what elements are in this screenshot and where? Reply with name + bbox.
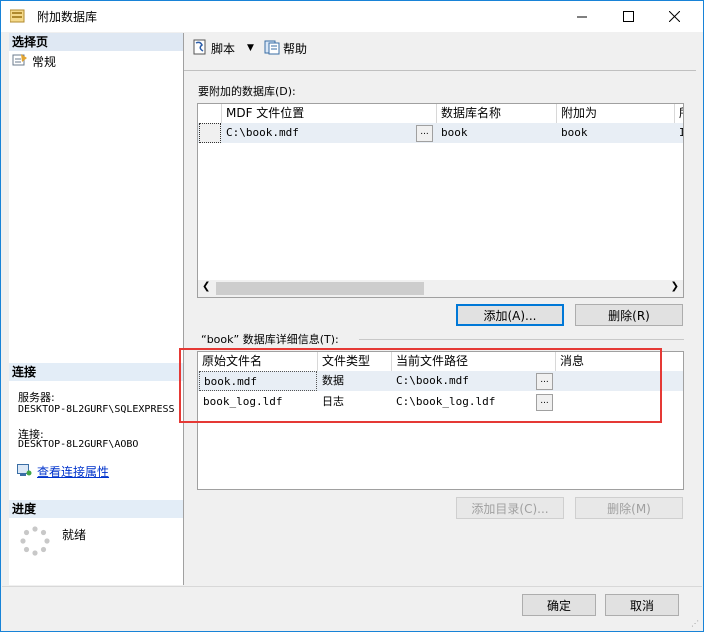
scroll-right-icon[interactable]: ❯ [671, 281, 679, 292]
original-file-name-cell[interactable]: book.mdf [199, 371, 317, 391]
file-type-cell[interactable]: 数据 [318, 371, 390, 391]
page-general-label: 常规 [32, 55, 57, 69]
col-message[interactable]: 消息 [556, 352, 683, 371]
maximize-button[interactable] [605, 1, 651, 32]
row-header-corner [198, 104, 222, 123]
table-row[interactable]: book_log.ldf 日志 C:\book_log.ldf ... [198, 392, 683, 412]
title-bar: 附加数据库 [1, 1, 703, 32]
details-label: “book” 数据库详细信息(T): [201, 333, 339, 346]
progress-status: 就绪 [62, 528, 87, 542]
col-owner[interactable]: 所 [675, 104, 683, 123]
browse-path-button[interactable]: ... [536, 373, 553, 390]
scroll-thumb[interactable] [216, 282, 424, 295]
progress-header: 进度 [9, 500, 183, 518]
ok-button[interactable]: 确定 [522, 594, 596, 616]
connection-header: 连接 [9, 363, 183, 381]
progress-row: 就绪 [20, 526, 86, 559]
server-value: DESKTOP-8L2GURF\SQLEXPRESS [18, 404, 175, 415]
minimize-button[interactable] [559, 1, 605, 32]
add-database-button[interactable]: 添加(A)... [456, 304, 564, 326]
attach-as-cell[interactable]: book [557, 123, 673, 143]
original-file-name-cell[interactable]: book_log.ldf [199, 392, 317, 412]
help-button[interactable]: 帮助 [264, 39, 307, 58]
server-label: 服务器: [18, 391, 55, 404]
details-separator [359, 339, 684, 340]
script-icon [192, 39, 208, 58]
database-name-cell[interactable]: book [437, 123, 555, 143]
database-icon [9, 9, 26, 23]
details-grid[interactable]: 原始文件名 文件类型 当前文件路径 消息 book.mdf 数据 C:\book… [197, 351, 684, 490]
current-file-path-cell[interactable]: C:\book_log.ldf [392, 392, 532, 412]
left-pane: 选择页 常规 连接 服务器: DESKTOP-8L2GURF\SQLEXPRES… [9, 33, 184, 585]
message-cell [556, 371, 683, 391]
resize-grip-icon[interactable]: ⋰ [691, 619, 699, 628]
close-button[interactable] [651, 1, 697, 32]
browse-mdf-button[interactable]: ... [416, 125, 433, 142]
attach-databases-grid[interactable]: MDF 文件位置 数据库名称 附加为 所 C:\book.mdf ... boo… [197, 103, 684, 298]
help-label: 帮助 [282, 41, 307, 56]
dialog-footer [2, 586, 702, 631]
page-icon [12, 53, 28, 70]
spinner-icon [20, 526, 50, 559]
browse-path-button[interactable]: ... [536, 394, 553, 411]
scroll-left-icon[interactable]: ❮ [202, 281, 210, 292]
select-page-header: 选择页 [9, 33, 183, 51]
mdf-location-cell[interactable]: C:\book.mdf [222, 123, 412, 143]
remove-database-button[interactable]: 删除(R) [575, 304, 683, 326]
file-type-cell[interactable]: 日志 [318, 392, 390, 412]
col-current-file-path[interactable]: 当前文件路径 [392, 352, 556, 371]
row-selector[interactable] [199, 123, 221, 143]
view-connection-properties-link[interactable]: 查看连接属性 [17, 463, 109, 480]
message-cell [556, 392, 683, 412]
page-item-general[interactable]: 常规 [12, 53, 56, 70]
current-file-path-cell[interactable]: C:\book.mdf [392, 371, 532, 391]
add-catalog-button[interactable]: 添加目录(C)... [456, 497, 564, 519]
horizontal-scrollbar[interactable]: ❮ ❯ [198, 280, 683, 297]
col-attach-as[interactable]: 附加为 [557, 104, 675, 123]
script-label: 脚本 [211, 41, 236, 56]
col-file-type[interactable]: 文件类型 [318, 352, 392, 371]
col-mdf-location[interactable]: MDF 文件位置 [222, 104, 437, 123]
table-row[interactable]: C:\book.mdf ... book book I [198, 123, 683, 143]
properties-icon [17, 463, 32, 480]
toolbar: 脚本 ▼ 帮助 [184, 33, 696, 63]
attach-databases-label: 要附加的数据库(D): [198, 85, 296, 98]
table-row[interactable]: book.mdf 数据 C:\book.mdf ... [198, 371, 683, 391]
cancel-button[interactable]: 取消 [605, 594, 679, 616]
window-title: 附加数据库 [37, 10, 98, 24]
col-original-file-name[interactable]: 原始文件名 [198, 352, 318, 371]
script-button[interactable]: 脚本 [192, 39, 235, 58]
view-connection-properties-text[interactable]: 查看连接属性 [37, 463, 109, 480]
remove-file-button[interactable]: 删除(M) [575, 497, 683, 519]
connection-value: DESKTOP-8L2GURF\AOBO [18, 439, 139, 450]
script-dropdown-icon[interactable]: ▼ [247, 43, 254, 53]
col-database-name[interactable]: 数据库名称 [437, 104, 557, 123]
attach-database-window: 附加数据库 选择页 常规 连接 服务器: DESKTOP-8L2GURF\SQL… [0, 0, 704, 632]
help-icon [264, 39, 280, 58]
owner-cell[interactable]: I [675, 123, 683, 143]
